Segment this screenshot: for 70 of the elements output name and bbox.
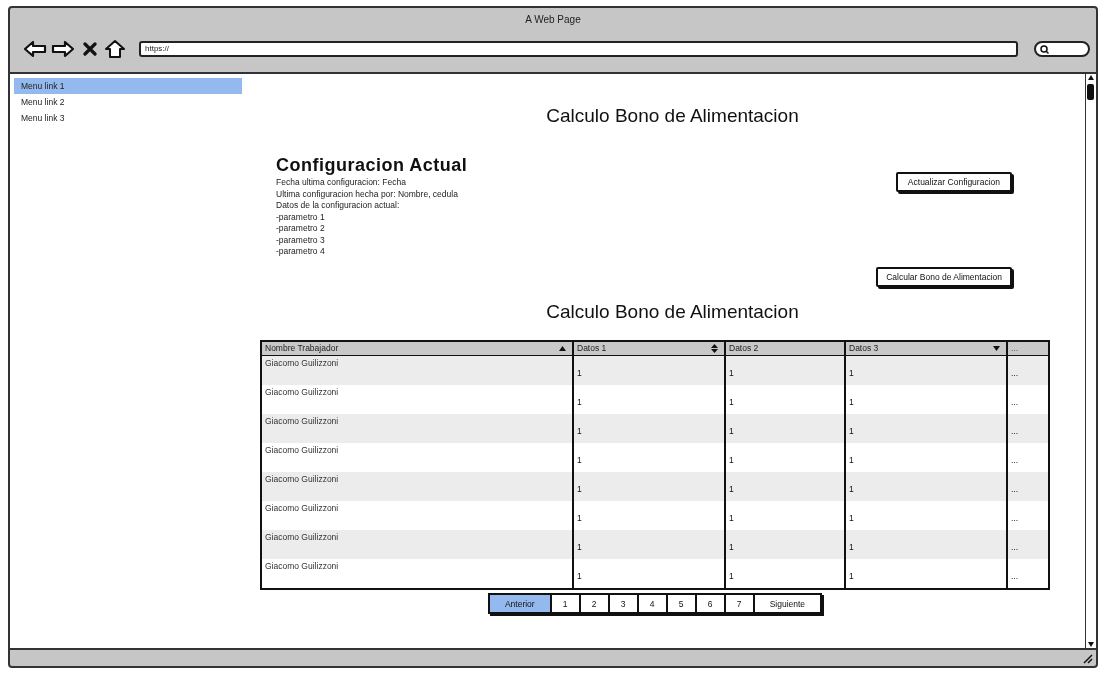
name-cell-text: Giacomo Guilizzoni xyxy=(264,502,340,515)
table-cell: 1 xyxy=(844,530,1006,559)
table-cell: 1 xyxy=(844,472,1006,501)
info-line: -parametro 4 xyxy=(276,246,326,258)
column-header[interactable]: Datos 2 xyxy=(724,342,844,356)
scroll-up-icon[interactable] xyxy=(1087,74,1095,82)
sort-down-icon[interactable] xyxy=(993,346,1000,351)
name-cell-text: Giacomo Guilizzoni xyxy=(264,386,340,399)
column-label: Datos 1 xyxy=(577,342,607,355)
resize-grip-icon[interactable] xyxy=(1083,654,1093,664)
search-field[interactable] xyxy=(1034,41,1090,57)
column-label: Nombre Trabajador xyxy=(265,342,339,355)
table-cell: 1 xyxy=(724,472,844,501)
info-line: -parametro 2 xyxy=(276,223,326,235)
table-cell: 1 xyxy=(572,472,724,501)
info-line: Datos de la configuracion actual: xyxy=(276,200,401,212)
name-cell: Giacomo Guilizzoni xyxy=(262,472,572,501)
scroll-thumb[interactable] xyxy=(1087,84,1094,100)
table-cell: ... xyxy=(1006,559,1048,588)
column-label: Datos 2 xyxy=(729,342,759,355)
page-button[interactable]: Anterior xyxy=(489,595,550,612)
table-cell: 1 xyxy=(724,530,844,559)
sort-up-icon[interactable] xyxy=(559,346,566,351)
sort-icon[interactable] xyxy=(711,344,718,353)
table-cell: 1 xyxy=(724,559,844,588)
column-label: ... xyxy=(1011,342,1019,355)
window-title: A Web Page xyxy=(525,14,581,25)
table-cell: ... xyxy=(1006,530,1048,559)
search-icon xyxy=(1040,44,1049,54)
info-line: Ultima configuracion hecha por: Nombre, cedula xyxy=(276,188,459,200)
name-cell: Giacomo Guilizzoni xyxy=(262,530,572,559)
table-cell: 1 xyxy=(572,559,724,588)
home-icon[interactable] xyxy=(105,40,125,58)
name-cell-text: Giacomo Guilizzoni xyxy=(264,444,340,457)
table-cell: ... xyxy=(1006,414,1048,443)
section-heading: Configuracion Actual xyxy=(276,155,468,177)
info-line: -parametro 3 xyxy=(276,234,326,246)
menu-link[interactable]: Menu link 1 xyxy=(14,78,242,94)
name-cell: Giacomo Guilizzoni xyxy=(262,356,572,385)
page-title: Calculo Bono de Alimentacion xyxy=(546,105,799,126)
menu-link[interactable]: Menu link 3 xyxy=(14,110,242,126)
table-cell: 1 xyxy=(844,356,1006,385)
menu-link[interactable]: Menu link 2 xyxy=(14,94,242,110)
table-cell: 1 xyxy=(724,356,844,385)
table-cell: ... xyxy=(1006,472,1048,501)
forward-icon[interactable] xyxy=(51,40,75,58)
table-cell: 1 xyxy=(572,530,724,559)
column-header[interactable]: Nombre Trabajador xyxy=(262,342,572,356)
close-icon[interactable] xyxy=(83,42,97,56)
info-line: -parametro 1 xyxy=(276,211,326,223)
back-icon[interactable] xyxy=(23,40,47,58)
name-cell-text: Giacomo Guilizzoni xyxy=(264,560,340,573)
table-cell: 1 xyxy=(572,356,724,385)
scrollbar[interactable] xyxy=(1085,74,1096,648)
table-title: Calculo Bono de Alimentacion xyxy=(546,301,799,322)
table-cell: 1 xyxy=(724,414,844,443)
scroll-down-icon[interactable] xyxy=(1087,640,1095,648)
update-button[interactable]: Actualizar Configuracion xyxy=(895,172,1012,192)
column-header[interactable]: Datos 1 xyxy=(572,342,724,356)
table-cell: ... xyxy=(1006,356,1048,385)
table-cell: 1 xyxy=(844,559,1006,588)
info-line: Fecha ultima configuracion: Fecha xyxy=(276,177,407,189)
calculate-button[interactable]: Calcular Bono de Alimentacion xyxy=(876,267,1012,287)
column-header[interactable]: ... xyxy=(1006,342,1048,356)
column-label: Datos 3 xyxy=(849,342,879,355)
column-header[interactable]: Datos 3 xyxy=(844,342,1006,356)
url-field[interactable]: https:// xyxy=(139,41,1018,57)
table-cell: 1 xyxy=(844,414,1006,443)
table-cell: 1 xyxy=(572,414,724,443)
name-cell: Giacomo Guilizzoni xyxy=(262,414,572,443)
